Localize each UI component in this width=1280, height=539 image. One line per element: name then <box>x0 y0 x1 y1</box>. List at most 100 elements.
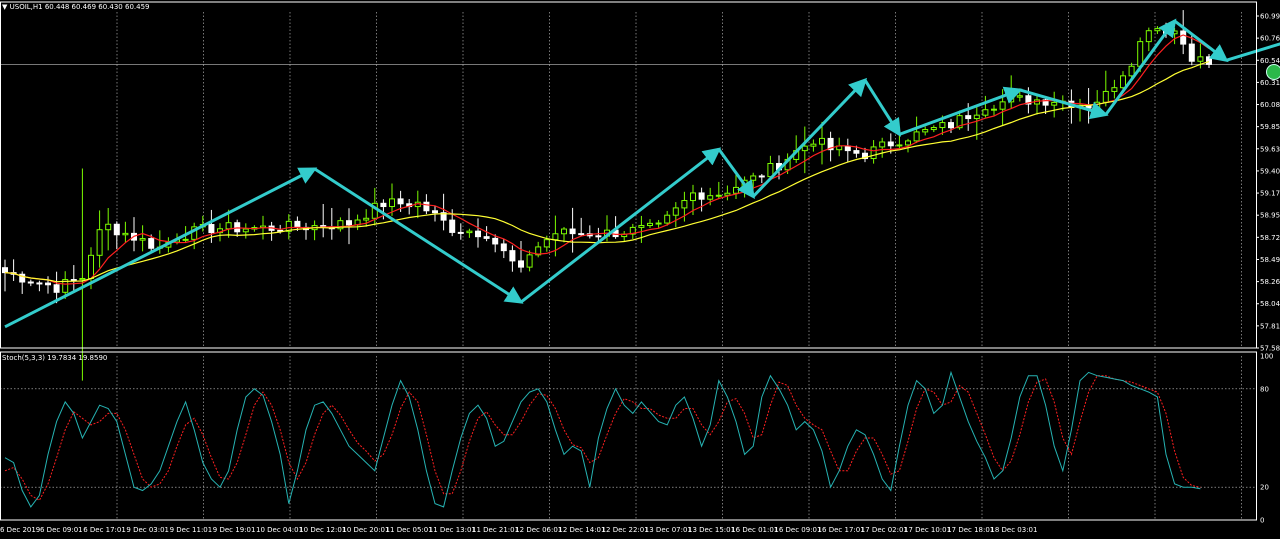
candle-body <box>36 282 43 285</box>
candle-body <box>182 238 189 241</box>
time-tick-label: 9 Dec 19:01 <box>213 526 256 534</box>
chart-background <box>0 0 1280 539</box>
candle-body <box>973 114 980 120</box>
candle-body <box>294 220 301 228</box>
time-tick-label: 13 Dec 07:01 <box>645 526 692 534</box>
price-tick-label: 60.540 <box>1260 57 1280 65</box>
candle-body <box>475 230 481 238</box>
candle-body <box>801 145 808 152</box>
collapse-marker-icon[interactable]: ▼ <box>2 3 7 11</box>
candle-body <box>698 192 705 200</box>
candle-body <box>1008 96 1015 103</box>
time-tick-label: 11 Dec 05:01 <box>386 526 433 534</box>
time-tick-label: 6 Dec 2019 <box>0 526 40 534</box>
candle-body <box>389 198 395 208</box>
stochastic-tick-label: 0 <box>1260 517 1264 525</box>
time-tick-label: 9 Dec 03:01 <box>126 526 169 534</box>
candle-body <box>397 198 404 205</box>
time-tick-label: 6 Dec 09:01 <box>40 526 83 534</box>
time-tick-label: 12 Dec 22:01 <box>602 526 649 534</box>
candle-body <box>948 122 954 129</box>
candle-body <box>1188 43 1195 62</box>
candle-body <box>96 229 103 256</box>
price-tick-label: 58.720 <box>1260 234 1280 242</box>
stochastic-tick-label: 100 <box>1260 353 1273 361</box>
symbol-title: ▼ USOIL,H1 60.448 60.469 60.430 60.459 <box>2 3 149 11</box>
time-tick-label: 16 Dec 09:01 <box>774 526 821 534</box>
candle-body <box>905 140 911 146</box>
candle-body <box>758 175 765 178</box>
candle-body <box>733 186 739 194</box>
candle-body <box>638 225 645 228</box>
candle-body <box>647 222 653 227</box>
time-tick-label: 17 Dec 10:01 <box>904 526 951 534</box>
time-tick-label: 13 Dec 15:01 <box>688 526 735 534</box>
candle-body <box>690 192 696 202</box>
candle-body <box>1180 30 1187 45</box>
candle-body <box>561 228 567 235</box>
candle-body <box>139 238 146 241</box>
candle-body <box>70 279 77 282</box>
candle-body <box>819 137 825 145</box>
candle-body <box>148 238 155 249</box>
candle-body <box>853 150 860 154</box>
price-tick-label: 58.265 <box>1260 278 1280 286</box>
candle-body <box>1137 41 1144 67</box>
candle-body <box>113 223 120 236</box>
candle-body <box>664 214 671 224</box>
candle-body <box>1111 87 1118 92</box>
candle-body <box>1154 28 1161 32</box>
candle-body <box>1102 90 1109 103</box>
candle-body <box>870 146 877 160</box>
stochastic-tick-label: 80 <box>1260 385 1269 393</box>
time-tick-label: 11 Dec 21:01 <box>472 526 519 534</box>
candle-body <box>810 143 817 147</box>
candle-body <box>724 192 731 196</box>
candle-body <box>595 235 602 238</box>
stochastic-tick-label: 20 <box>1260 484 1269 492</box>
time-tick-label: 6 Dec 17:01 <box>83 526 126 534</box>
time-tick-label: 11 Dec 13:01 <box>429 526 476 534</box>
price-tick-label: 57.815 <box>1260 322 1280 330</box>
time-tick-label: 10 Dec 04:01 <box>256 526 303 534</box>
candle-body <box>2 267 8 274</box>
price-tick-label: 60.310 <box>1260 79 1280 87</box>
price-tick-label: 59.630 <box>1260 145 1280 153</box>
candle-body <box>208 224 215 234</box>
time-tick-label: 9 Dec 11:01 <box>170 526 213 534</box>
candle-body <box>492 237 499 245</box>
price-tick-label: 60.085 <box>1260 101 1280 109</box>
time-tick-label: 18 Dec 03:01 <box>990 526 1037 534</box>
candle-body <box>509 250 516 262</box>
time-tick-label: 12 Dec 06:01 <box>515 526 562 534</box>
candle-body <box>380 202 387 208</box>
candle-body <box>1206 56 1212 65</box>
candle-body <box>922 129 929 133</box>
price-tick-label: 59.175 <box>1260 190 1280 198</box>
stochastic-title: Stoch(5,3,3) 19.7834 19.8590 <box>2 354 108 362</box>
candle-body <box>1120 75 1126 89</box>
candle-body <box>105 223 112 231</box>
trade-status-icon[interactable] <box>1266 64 1280 80</box>
price-tick-label: 57.585 <box>1260 345 1280 353</box>
candle-body <box>913 131 920 142</box>
time-tick-label: 10 Dec 12:01 <box>299 526 346 534</box>
candle-body <box>500 243 507 252</box>
symbol-quote: USOIL,H1 60.448 60.469 60.430 60.459 <box>9 3 150 11</box>
candle-body <box>45 282 51 286</box>
candle-body <box>1016 95 1023 98</box>
candle-body <box>423 201 430 212</box>
candle-body <box>655 222 662 225</box>
candle-body <box>750 175 757 181</box>
candle-body <box>707 195 714 200</box>
candle-body <box>225 222 232 230</box>
time-tick-label: 16 Dec 01:01 <box>731 526 778 534</box>
time-tick-label: 17 Dec 18:01 <box>947 526 994 534</box>
price-tick-label: 58.495 <box>1260 256 1280 264</box>
time-tick-label: 10 Dec 20:01 <box>342 526 389 534</box>
candle-body <box>1171 30 1178 35</box>
trading-chart[interactable]: 60.990 60.765 60.540 60.310 60.085 59.855 59.6… <box>0 0 1280 539</box>
candle-body <box>939 122 946 129</box>
candle-body <box>526 254 533 268</box>
time-tick-label: 16 Dec 17:01 <box>818 526 865 534</box>
